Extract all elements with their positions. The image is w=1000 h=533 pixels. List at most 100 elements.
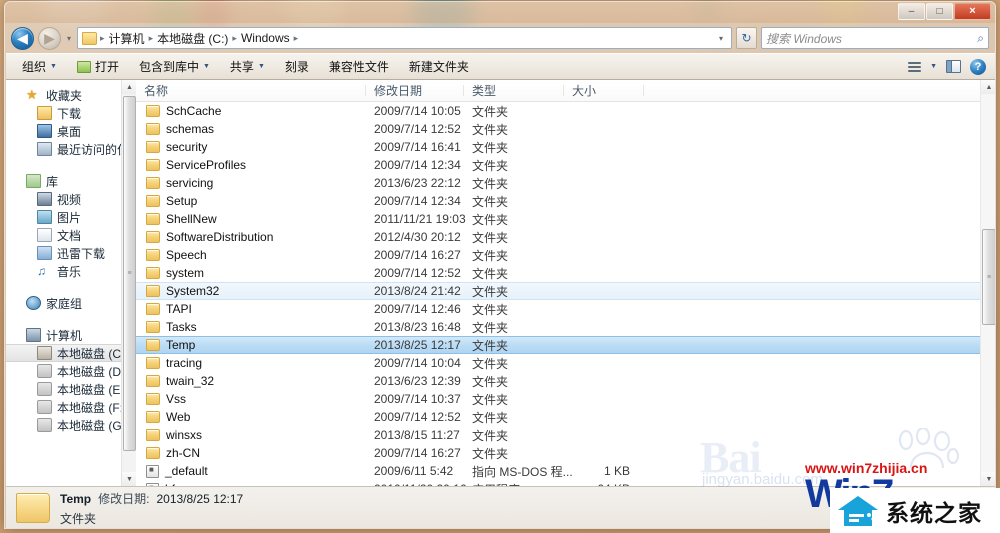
scroll-down-icon[interactable]: ▼ xyxy=(122,472,136,486)
file-name-label: winsxs xyxy=(166,428,203,442)
table-row[interactable]: servicing 2013/6/23 22:12 文件夹 xyxy=(136,174,995,192)
search-box[interactable]: 搜索 Windows ⌕ xyxy=(761,27,989,49)
search-input[interactable]: 搜索 Windows xyxy=(766,30,977,47)
table-row[interactable]: system 2009/7/14 12:52 文件夹 xyxy=(136,264,995,282)
folder-icon xyxy=(146,195,160,207)
sidebar-item-libraries[interactable]: 库 xyxy=(6,172,136,190)
scrollbar-thumb[interactable]: ≡ xyxy=(123,96,136,451)
open-icon xyxy=(76,60,91,73)
folder-icon xyxy=(146,159,160,171)
sidebar-item-label: 计算机 xyxy=(46,328,83,343)
scrollbar-track[interactable]: ≡ xyxy=(122,94,136,472)
scroll-down-icon[interactable]: ▼ xyxy=(981,472,995,486)
table-row[interactable]: System32 2013/8/24 21:42 文件夹 xyxy=(136,282,995,300)
history-dropdown-icon[interactable]: ▾ xyxy=(65,34,73,43)
sidebar-item-homegroup[interactable]: 家庭组 xyxy=(6,294,136,312)
table-row[interactable]: Vss 2009/7/14 10:37 文件夹 xyxy=(136,390,995,408)
table-row[interactable]: Temp 2013/8/25 12:17 文件夹 xyxy=(136,336,995,354)
column-header-date[interactable]: 修改日期 xyxy=(366,82,464,99)
breadcrumb-computer[interactable]: 计算机 xyxy=(106,29,148,48)
column-header-type[interactable]: 类型 xyxy=(464,82,564,99)
sidebar-item-documents[interactable]: 文档 xyxy=(6,226,136,244)
cell-name: Tasks xyxy=(136,320,366,334)
breadcrumb-separator[interactable]: ▸ xyxy=(293,33,300,44)
column-header-name[interactable]: 名称 xyxy=(136,82,366,99)
table-row[interactable]: SoftwareDistribution 2012/4/30 20:12 文件夹 xyxy=(136,228,995,246)
scroll-up-icon[interactable]: ▲ xyxy=(122,80,136,94)
cell-type: 文件夹 xyxy=(472,104,509,119)
address-bar[interactable]: ▸ 计算机 ▸ 本地磁盘 (C:) ▸ Windows ▸ ▾ xyxy=(77,27,732,49)
sidebar-item-local-disk-g[interactable]: 本地磁盘 (G:) xyxy=(6,416,136,434)
chevron-down-icon: ▼ xyxy=(50,63,57,70)
sidebar-item-local-disk-d[interactable]: 本地磁盘 (D:) xyxy=(6,362,136,380)
column-header-size[interactable]: 大小 xyxy=(564,82,644,99)
sidebar-item-local-disk-f[interactable]: 本地磁盘 (F:) xyxy=(6,398,136,416)
navigation-pane-scrollbar[interactable]: ▲ ≡ ▼ xyxy=(121,80,136,486)
view-options-icon[interactable] xyxy=(908,61,922,72)
chevron-down-icon[interactable]: ▾ xyxy=(714,34,728,43)
table-row[interactable]: Speech 2009/7/14 16:27 文件夹 xyxy=(136,246,995,264)
toolbar-share[interactable]: 共享 ▼ xyxy=(220,54,275,79)
minimize-button[interactable]: – xyxy=(898,3,925,20)
table-row[interactable]: Tasks 2013/8/23 16:48 文件夹 xyxy=(136,318,995,336)
sidebar-item-downloads[interactable]: 下载 xyxy=(6,104,136,122)
table-row[interactable]: SchCache 2009/7/14 10:05 文件夹 xyxy=(136,102,995,120)
table-row[interactable]: security 2009/7/14 16:41 文件夹 xyxy=(136,138,995,156)
sidebar-item-music[interactable]: ♫ 音乐 xyxy=(6,262,136,280)
table-row[interactable]: schemas 2009/7/14 12:52 文件夹 xyxy=(136,120,995,138)
sidebar-item-xunlei-downloads[interactable]: 迅雷下载 xyxy=(6,244,136,262)
cell-date: 2009/7/14 10:37 xyxy=(374,392,461,406)
toolbar-organize[interactable]: 组织 ▼ xyxy=(12,54,67,79)
toolbar-compatibility-files[interactable]: 兼容性文件 xyxy=(319,54,399,79)
sidebar-item-label: 收藏夹 xyxy=(46,88,83,103)
sidebar-item-favorites[interactable]: ★ 收藏夹 xyxy=(6,86,136,104)
help-icon[interactable]: ? xyxy=(970,58,986,75)
sidebar-item-label: 桌面 xyxy=(57,124,82,139)
breadcrumb-windows[interactable]: Windows xyxy=(238,30,293,46)
folder-icon xyxy=(146,213,160,225)
sidebar-item-local-disk-c[interactable]: 本地磁盘 (C:) xyxy=(6,344,136,362)
toolbar-burn[interactable]: 刻录 xyxy=(275,54,319,79)
maximize-button[interactable]: □ xyxy=(926,3,953,20)
folder-icon xyxy=(146,231,160,243)
refresh-button[interactable]: ↻ xyxy=(736,27,757,49)
cell-type: 文件夹 xyxy=(472,338,509,353)
table-row[interactable]: Setup 2009/7/14 12:34 文件夹 xyxy=(136,192,995,210)
breadcrumb-local-disk-c[interactable]: 本地磁盘 (C:) xyxy=(154,29,231,48)
status-date-label: 修改日期: xyxy=(98,491,150,506)
chevron-down-icon[interactable]: ▼ xyxy=(930,63,937,70)
sidebar-item-desktop[interactable]: 桌面 xyxy=(6,122,136,140)
table-row[interactable]: ShellNew 2011/11/21 19:03 文件夹 xyxy=(136,210,995,228)
folder-icon xyxy=(82,31,98,45)
cell-date: 2009/7/14 12:52 xyxy=(374,122,461,136)
sidebar-item-recent-places[interactable]: 最近访问的位置 xyxy=(6,140,136,158)
table-row[interactable]: tracing 2009/7/14 10:04 文件夹 xyxy=(136,354,995,372)
scroll-up-icon[interactable]: ▲ xyxy=(981,80,995,94)
file-list-scrollbar[interactable]: ▲ ≡ ▼ xyxy=(980,80,995,486)
table-row[interactable]: Web 2009/7/14 12:52 文件夹 xyxy=(136,408,995,426)
site-url-watermark: www.win7zhijia.cn xyxy=(805,460,928,476)
table-row[interactable]: twain_32 2013/6/23 12:39 文件夹 xyxy=(136,372,995,390)
sidebar-item-pictures[interactable]: 图片 xyxy=(6,208,136,226)
explorer-window: – □ × ◀ ▶ ▾ ▸ 计算机 ▸ 本地磁盘 (C:) ▸ Windows … xyxy=(4,1,996,529)
preview-pane-icon[interactable] xyxy=(946,60,961,73)
sidebar-item-computer[interactable]: 计算机 xyxy=(6,326,136,344)
table-row[interactable]: ServiceProfiles 2009/7/14 12:34 文件夹 xyxy=(136,156,995,174)
close-button[interactable]: × xyxy=(954,3,991,20)
cell-date: 2013/6/23 12:39 xyxy=(374,374,461,388)
file-list-pane: 名称 修改日期 类型 大小 SchCache 2009/7/14 10:05 文件夹… xyxy=(136,80,995,486)
sidebar-item-videos[interactable]: 视频 xyxy=(6,190,136,208)
cell-name: Temp xyxy=(136,338,366,352)
table-row[interactable]: TAPI 2009/7/14 12:46 文件夹 xyxy=(136,300,995,318)
toolbar-open[interactable]: 打开 xyxy=(67,54,129,79)
toolbar-new-folder[interactable]: 新建文件夹 xyxy=(399,54,479,79)
toolbar-include-in-library[interactable]: 包含到库中 ▼ xyxy=(129,54,220,79)
recent-icon xyxy=(37,142,52,156)
table-row[interactable]: winsxs 2013/8/15 11:27 文件夹 xyxy=(136,426,995,444)
scrollbar-thumb[interactable]: ≡ xyxy=(982,229,995,325)
sidebar-item-local-disk-e[interactable]: 本地磁盘 (E:) xyxy=(6,380,136,398)
back-button[interactable]: ◀ xyxy=(11,26,34,50)
forward-button[interactable]: ▶ xyxy=(38,26,61,50)
title-bar[interactable]: – □ × xyxy=(5,2,995,23)
scrollbar-track[interactable]: ≡ xyxy=(981,94,995,472)
